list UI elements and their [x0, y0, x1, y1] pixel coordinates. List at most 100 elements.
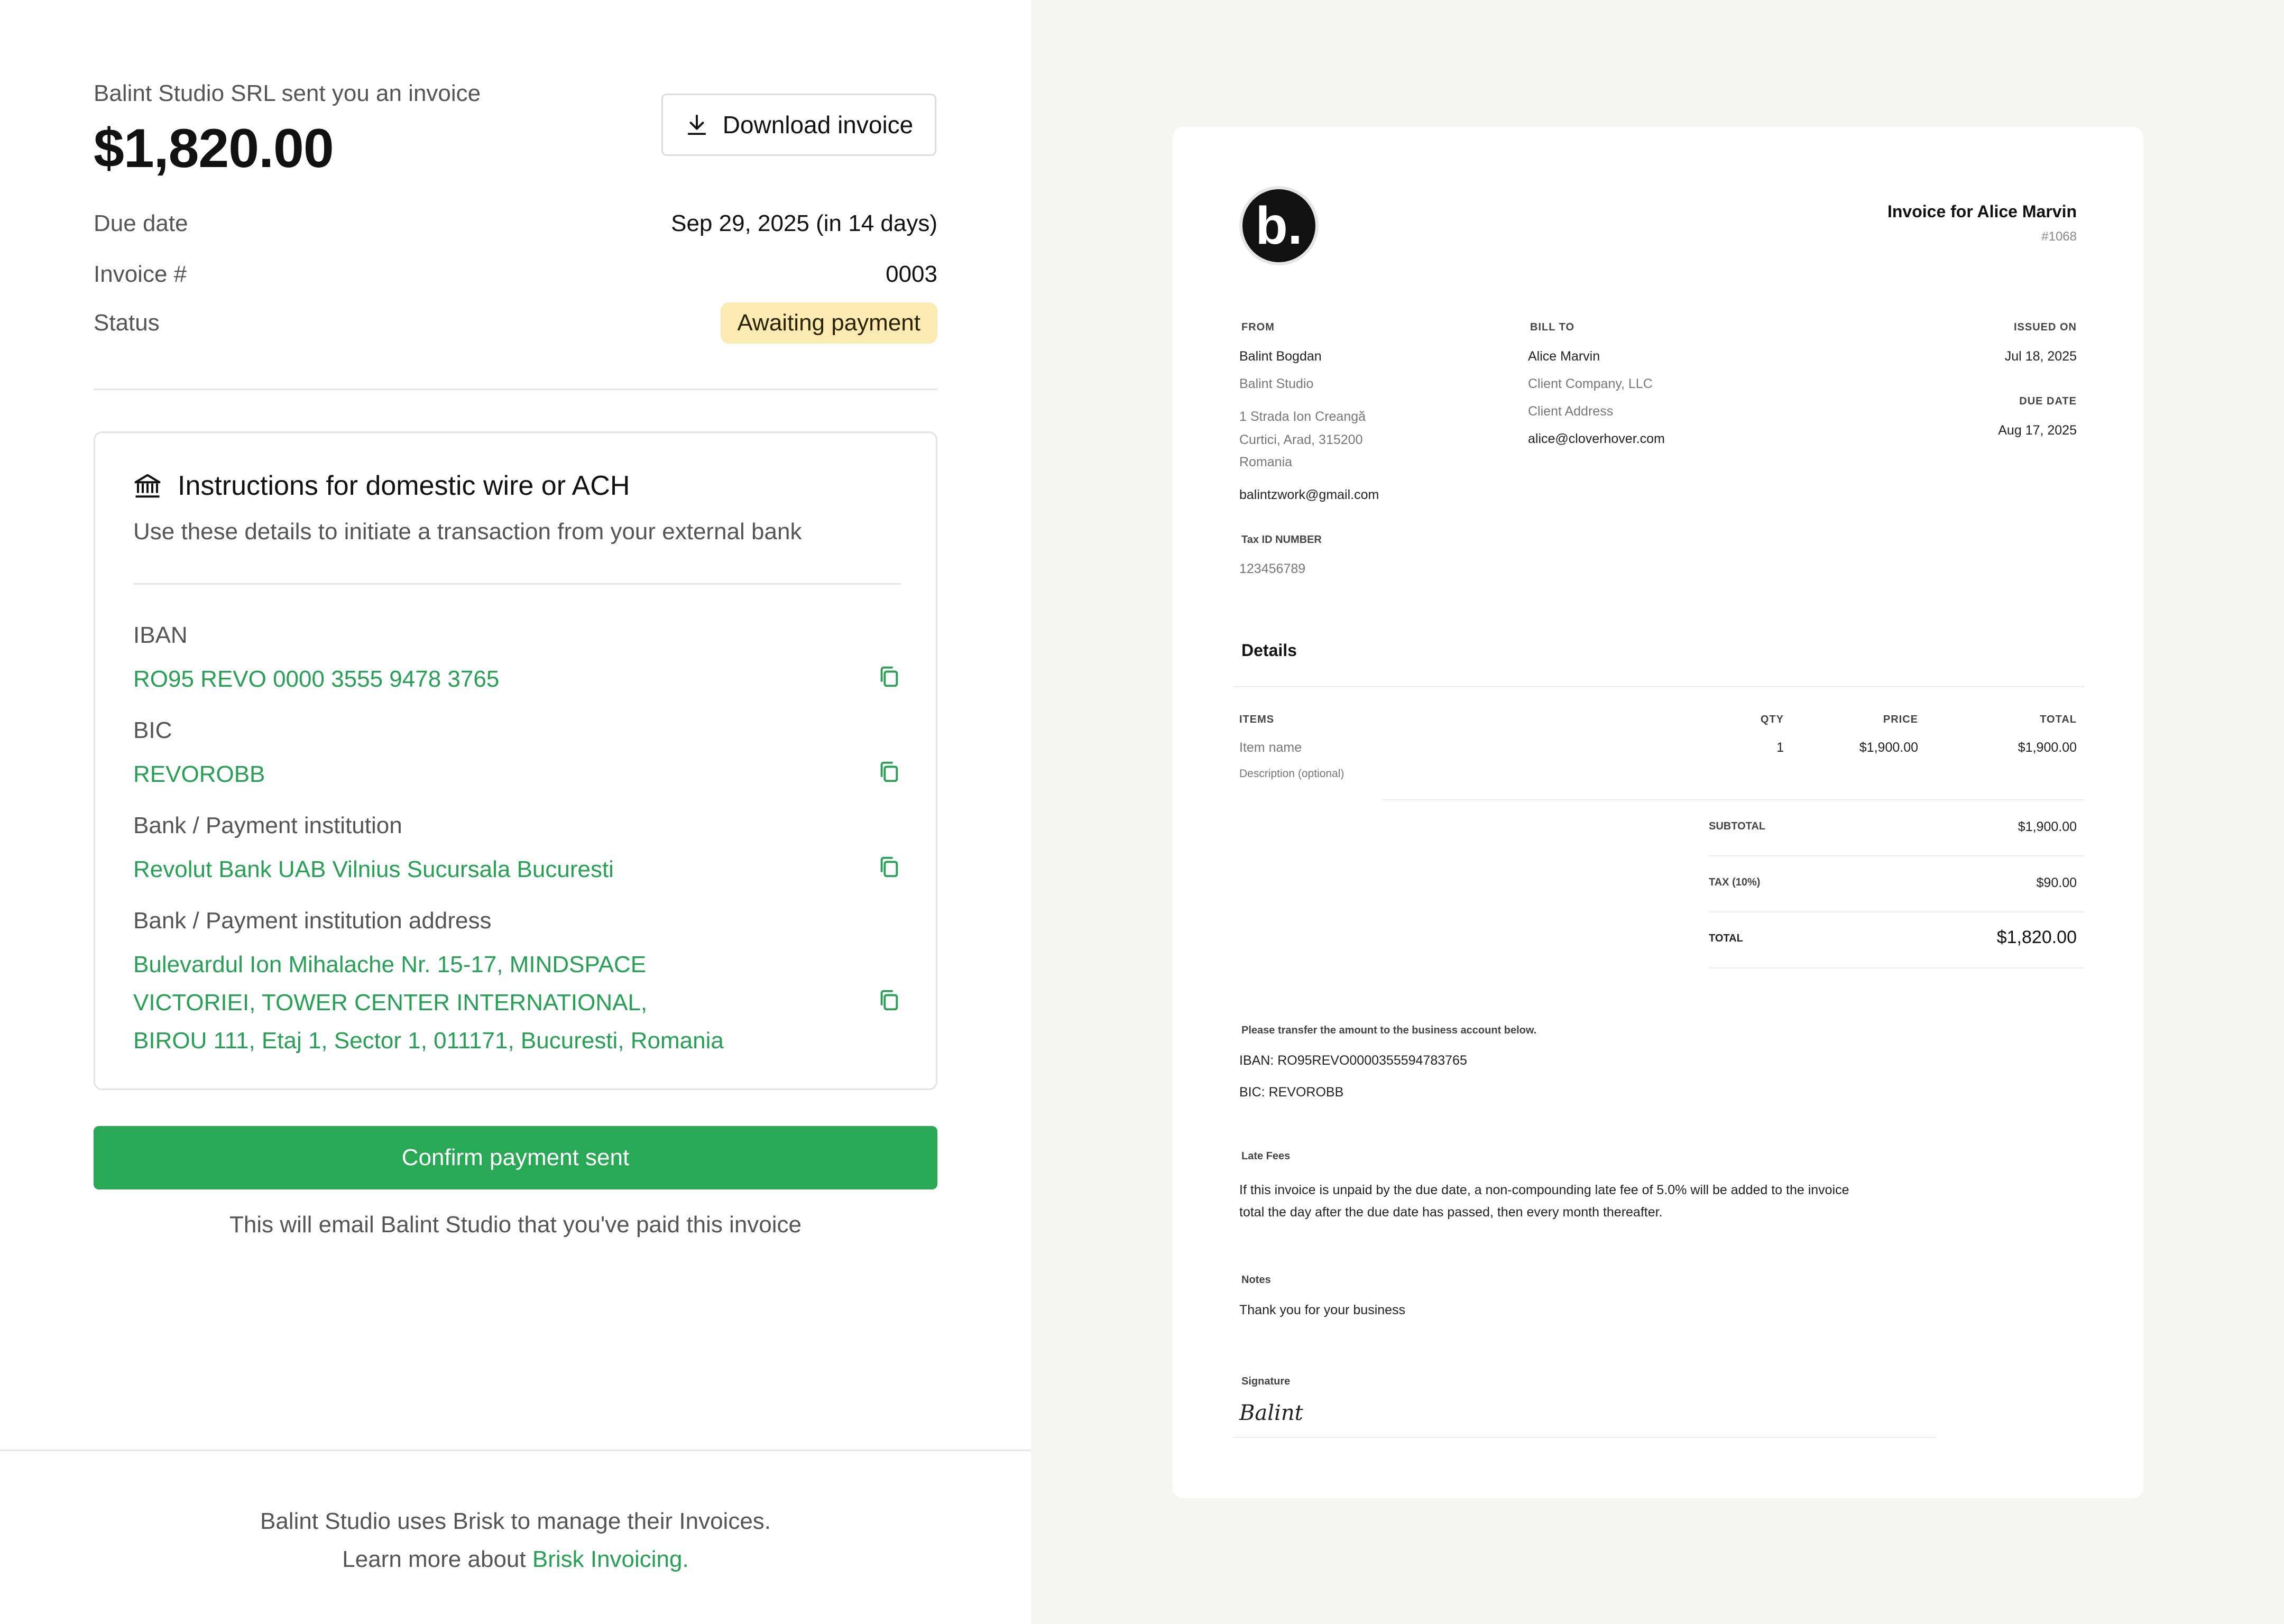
- card-title-text: Instructions for domestic wire or ACH: [178, 470, 630, 501]
- tax-value: $90.00: [2036, 875, 2077, 890]
- details-title: Details: [1241, 641, 1297, 660]
- signature-caption: Signature: [1241, 1376, 1291, 1387]
- invoice-document: b. Invoice for Alice Marvin #1068 FROM B…: [1173, 127, 2143, 1498]
- invoice-number-label: Invoice #: [94, 261, 187, 287]
- col-qty: QTY: [1760, 714, 1784, 725]
- tax-label: TAX (10%): [1709, 876, 1761, 888]
- brand-logo: b.: [1239, 186, 1319, 265]
- signature-line: [1233, 1437, 1936, 1438]
- download-invoice-button[interactable]: Download invoice: [661, 94, 936, 156]
- due-date: Aug 17, 2025: [1998, 423, 2077, 438]
- due-date-label: Due date: [94, 210, 188, 236]
- from-name: Balint Bogdan: [1239, 349, 1322, 364]
- bank-icon: [134, 474, 161, 498]
- footer-learn-more: Learn more about Brisk Invoicing.: [0, 1540, 1031, 1579]
- wire-instructions-card: Instructions for domestic wire or ACH Us…: [94, 431, 937, 1090]
- copy-icon[interactable]: [877, 665, 901, 689]
- bank-address-label: Bank / Payment institution address: [133, 908, 492, 934]
- invoice-amount: $1,820.00: [94, 118, 334, 179]
- tax-id-value: 123456789: [1239, 561, 1306, 576]
- copy-icon[interactable]: [877, 760, 901, 784]
- bill-to-caption: BILL TO: [1530, 321, 1575, 333]
- due-date-row: Due date Sep 29, 2025 (in 14 days): [94, 210, 937, 237]
- issued-date: Jul 18, 2025: [2004, 349, 2077, 364]
- item-total: $1,900.00: [2018, 740, 2077, 755]
- from-email: balintzwork@gmail.com: [1239, 487, 1379, 502]
- subtotal-value: $1,900.00: [2018, 819, 2077, 834]
- footer-divider: [0, 1450, 1031, 1451]
- item-name: Item name: [1239, 740, 1302, 755]
- total-label: TOTAL: [1709, 933, 1743, 944]
- bic-value: REVOROBB: [133, 761, 265, 787]
- total-value: $1,820.00: [1996, 927, 2077, 947]
- bill-to-email: alice@cloverhover.com: [1528, 431, 1665, 446]
- subtotal-divider: [1709, 855, 2084, 856]
- total-divider: [1709, 967, 2084, 968]
- copy-icon[interactable]: [877, 855, 901, 879]
- card-title: Instructions for domestic wire or ACH: [133, 470, 630, 502]
- doc-iban-line: IBAN: RO95REVO0000355594783765: [1239, 1053, 1467, 1068]
- from-address-line: 1 Strada Ion Creangă: [1239, 409, 1366, 424]
- bank-name-field: Bank / Payment institution Revolut Bank …: [133, 813, 901, 889]
- items-divider: [1382, 799, 2084, 800]
- download-invoice-label: Download invoice: [722, 111, 914, 139]
- issued-caption: ISSUED ON: [2013, 321, 2077, 333]
- bill-to-company: Client Company, LLC: [1528, 376, 1653, 391]
- notes-caption: Notes: [1241, 1274, 1271, 1286]
- from-address-line: Romania: [1239, 455, 1293, 469]
- divider: [94, 389, 937, 390]
- late-fees-text: If this invoice is unpaid by the due dat…: [1239, 1183, 1849, 1220]
- confirm-note: This will email Balint Studio that you'v…: [229, 1212, 802, 1238]
- from-caption: FROM: [1241, 321, 1275, 333]
- item-description: Description (optional): [1239, 768, 1344, 780]
- bank-address-value: Bulevardul Ion Mihalache Nr. 15-17, MIND…: [133, 952, 724, 1054]
- bic-field: BIC REVOROBB: [133, 717, 901, 793]
- bic-label: BIC: [133, 717, 172, 743]
- card-divider: [133, 583, 901, 585]
- payment-panel: Balint Studio SRL sent you an invoice $1…: [0, 0, 1031, 1624]
- due-caption: DUE DATE: [2019, 395, 2077, 407]
- due-date-value: Sep 29, 2025 (in 14 days): [671, 210, 937, 236]
- iban-field: IBAN RO95 REVO 0000 3555 9478 3765: [133, 622, 901, 698]
- details-divider: [1233, 686, 2084, 687]
- tax-id-caption: Tax ID NUMBER: [1241, 534, 1322, 546]
- bill-to-name: Alice Marvin: [1528, 349, 1600, 364]
- footer: Balint Studio uses Brisk to manage their…: [0, 1502, 1031, 1579]
- bank-name-value: Revolut Bank UAB Vilnius Sucursala Bucur…: [133, 856, 614, 882]
- late-fees-caption: Late Fees: [1241, 1150, 1291, 1162]
- invoice-number-row: Invoice # 0003: [94, 261, 937, 288]
- subtotal-label: SUBTOTAL: [1709, 820, 1766, 832]
- item-qty: 1: [1776, 740, 1784, 755]
- invoice-preview-panel: b. Invoice for Alice Marvin #1068 FROM B…: [1031, 0, 2284, 1624]
- iban-label: IBAN: [133, 622, 188, 648]
- download-icon: [687, 114, 706, 135]
- footer-learn-prefix: Learn more about: [342, 1546, 526, 1572]
- col-total: TOTAL: [2040, 714, 2077, 725]
- footer-line: Balint Studio uses Brisk to manage their…: [260, 1508, 771, 1534]
- confirm-payment-button[interactable]: Confirm payment sent: [94, 1126, 937, 1189]
- transfer-caption: Please transfer the amount to the busine…: [1241, 1025, 1537, 1036]
- from-address-line: Curtici, Arad, 315200: [1239, 432, 1363, 447]
- invoice-title: Invoice for Alice Marvin: [1887, 202, 2077, 221]
- copy-icon[interactable]: [877, 988, 901, 1012]
- col-price: PRICE: [1883, 714, 1918, 725]
- tax-divider: [1709, 911, 2084, 912]
- col-items: ITEMS: [1239, 714, 1275, 725]
- invoice-number-value: 0003: [886, 261, 937, 287]
- status-row: Status Awaiting payment: [94, 302, 937, 344]
- invoice-number: #1068: [2041, 229, 2077, 244]
- bank-name-label: Bank / Payment institution: [133, 813, 402, 838]
- status-label: Status: [94, 310, 160, 336]
- brisk-invoicing-link[interactable]: Brisk Invoicing.: [532, 1546, 689, 1572]
- signature: Balint: [1239, 1401, 1303, 1425]
- notes-text: Thank you for your business: [1239, 1303, 1406, 1317]
- from-company: Balint Studio: [1239, 376, 1314, 391]
- sender-line: Balint Studio SRL sent you an invoice: [94, 80, 481, 106]
- card-subtitle: Use these details to initiate a transact…: [133, 519, 802, 545]
- iban-value: RO95 REVO 0000 3555 9478 3765: [133, 666, 500, 692]
- bill-to-address: Client Address: [1528, 404, 1614, 419]
- item-price: $1,900.00: [1859, 740, 1918, 755]
- doc-bic-line: BIC: REVOROBB: [1239, 1085, 1344, 1100]
- bank-address-field: Bank / Payment institution address Bulev…: [133, 908, 901, 1060]
- status-badge: Awaiting payment: [720, 302, 937, 344]
